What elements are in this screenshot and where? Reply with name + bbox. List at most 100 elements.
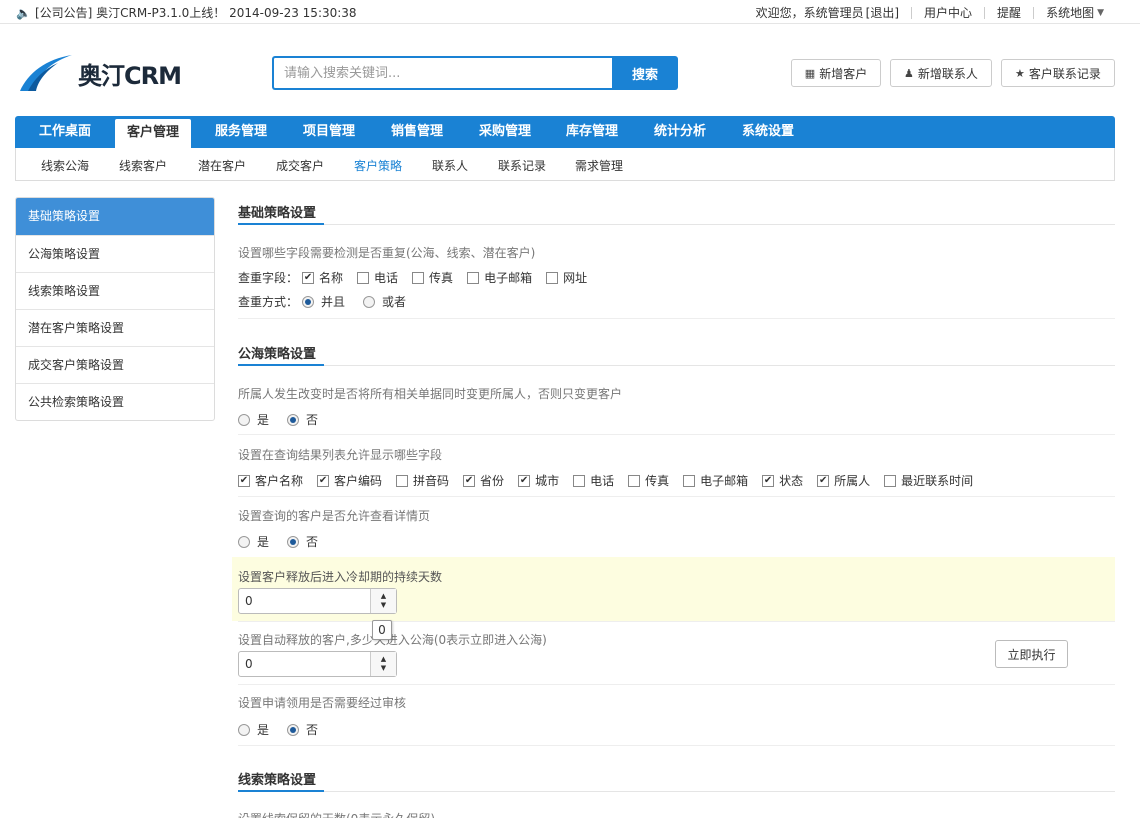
dup-field-email[interactable]: 电子邮箱 <box>467 269 532 286</box>
subnav-item-potential[interactable]: 潜在客户 <box>198 157 246 174</box>
checkbox[interactable] <box>357 271 370 284</box>
approval-no[interactable]: 否 <box>287 721 318 738</box>
logo[interactable]: 奥汀CRM <box>18 52 188 94</box>
arrow-down-icon[interactable]: ▼ <box>381 601 386 610</box>
sidebar-item-lead[interactable]: 线索策略设置 <box>16 272 214 309</box>
nav-item-customer[interactable]: 客户管理 <box>115 119 191 148</box>
dup-mode-or[interactable]: 或者 <box>363 293 406 310</box>
checkbox[interactable]: ✔ <box>817 474 830 487</box>
checkbox[interactable] <box>546 271 559 284</box>
contact-record-button[interactable]: ★ 客户联系记录 <box>1001 59 1115 87</box>
radio[interactable] <box>363 295 376 308</box>
search-input[interactable] <box>274 58 612 88</box>
nav-item-service[interactable]: 服务管理 <box>201 116 281 148</box>
nav-item-settings[interactable]: 系统设置 <box>728 116 808 148</box>
checkbox[interactable]: ✔ <box>302 271 315 284</box>
subnav-item-lead-customer[interactable]: 线索客户 <box>119 157 167 174</box>
dup-field-name[interactable]: ✔ 名称 <box>302 269 343 286</box>
nav-item-project[interactable]: 项目管理 <box>289 116 369 148</box>
list-field-option[interactable]: ✔ 省份 <box>463 472 504 489</box>
add-customer-button[interactable]: ▦ 新增客户 <box>791 59 881 87</box>
dup-field-fax[interactable]: 传真 <box>412 269 453 286</box>
arrow-down-icon[interactable]: ▼ <box>381 664 386 673</box>
subnav-item-requirements[interactable]: 需求管理 <box>575 157 623 174</box>
auto-release-stepper[interactable]: 0 ▲ ▼ <box>238 651 397 677</box>
nav-item-inventory[interactable]: 库存管理 <box>552 116 632 148</box>
list-field-option[interactable]: ✔ 客户名称 <box>238 472 303 489</box>
sidebar-item-search[interactable]: 公共检索策略设置 <box>16 383 214 420</box>
checkbox[interactable] <box>628 474 641 487</box>
radio[interactable] <box>287 535 300 548</box>
arrow-up-icon[interactable]: ▲ <box>381 592 386 601</box>
execute-now-button[interactable]: 立即执行 <box>995 640 1068 668</box>
announcement-text[interactable]: [公司公告] 奥汀CRM-P3.1.0上线！ 2014-09-23 15:30:… <box>35 4 357 21</box>
section-title-basic: 基础策略设置 <box>238 206 317 221</box>
nav-item-purchase[interactable]: 采购管理 <box>465 116 545 148</box>
sidebar-item-potential[interactable]: 潜在客户策略设置 <box>16 309 214 346</box>
checkbox[interactable] <box>412 271 425 284</box>
checkbox[interactable]: ✔ <box>238 474 250 487</box>
checkbox[interactable] <box>467 271 480 284</box>
checkbox[interactable] <box>683 474 696 487</box>
list-field-option[interactable]: 拼音码 <box>396 472 449 489</box>
remind-link[interactable]: 提醒 <box>997 4 1021 21</box>
checkbox[interactable] <box>573 474 586 487</box>
list-field-option[interactable]: 传真 <box>628 472 669 489</box>
list-field-option[interactable]: ✔ 状态 <box>762 472 803 489</box>
sidebar-item-closed[interactable]: 成交客户策略设置 <box>16 346 214 383</box>
stepper-arrows[interactable]: ▲ ▼ <box>370 652 396 676</box>
detail-no[interactable]: 否 <box>287 533 318 550</box>
radio[interactable] <box>238 723 250 736</box>
radio[interactable] <box>238 535 250 548</box>
checkbox[interactable] <box>396 474 409 487</box>
radio[interactable] <box>287 723 300 736</box>
dup-field-phone[interactable]: 电话 <box>357 269 398 286</box>
caret-down-icon[interactable]: ▼ <box>1097 8 1104 18</box>
option-label: 客户编码 <box>334 474 383 488</box>
subnav-item-closed[interactable]: 成交客户 <box>276 157 324 174</box>
owner-change-no[interactable]: 否 <box>287 411 318 428</box>
list-field-option[interactable]: ✔ 客户编码 <box>317 472 382 489</box>
section-title-pool: 公海策略设置 <box>238 347 317 362</box>
cooldown-stepper[interactable]: 0 ▲ ▼ <box>238 588 397 614</box>
sitemap-link[interactable]: 系统地图 <box>1046 4 1094 21</box>
dup-field-website[interactable]: 网址 <box>546 269 587 286</box>
cooldown-value[interactable]: 0 <box>239 589 370 613</box>
subnav-item-lead-pool[interactable]: 线索公海 <box>41 157 89 174</box>
arrow-up-icon[interactable]: ▲ <box>381 655 386 664</box>
checkbox[interactable]: ✔ <box>762 474 775 487</box>
checkbox[interactable] <box>884 474 897 487</box>
checkbox[interactable]: ✔ <box>463 474 476 487</box>
sidebar-item-pool[interactable]: 公海策略设置 <box>16 235 214 272</box>
subnav-item-contact-records[interactable]: 联系记录 <box>498 157 546 174</box>
sidebar-item-basic[interactable]: 基础策略设置 <box>16 198 214 235</box>
option-label: 否 <box>306 413 319 427</box>
logout-link[interactable]: [退出] <box>866 4 899 21</box>
list-field-option[interactable]: 电子邮箱 <box>683 472 748 489</box>
list-field-option[interactable]: ✔ 城市 <box>518 472 559 489</box>
search-button[interactable]: 搜索 <box>612 56 678 90</box>
checkbox[interactable]: ✔ <box>317 474 330 487</box>
owner-change-yes[interactable]: 是 <box>238 411 269 428</box>
user-center-link[interactable]: 用户中心 <box>924 4 972 21</box>
list-field-option[interactable]: 电话 <box>573 472 614 489</box>
radio[interactable] <box>238 413 250 426</box>
subnav-item-contacts[interactable]: 联系人 <box>432 157 468 174</box>
auto-release-value[interactable]: 0 <box>239 652 370 676</box>
radio[interactable] <box>287 413 300 426</box>
announcement[interactable]: 🔈 [公司公告] 奥汀CRM-P3.1.0上线！ 2014-09-23 15:3… <box>16 4 357 21</box>
approval-yes[interactable]: 是 <box>238 721 269 738</box>
nav-item-sales[interactable]: 销售管理 <box>377 116 457 148</box>
radio[interactable] <box>302 295 315 308</box>
checkbox[interactable]: ✔ <box>518 474 531 487</box>
list-field-option[interactable]: 最近联系时间 <box>884 472 973 489</box>
list-field-option[interactable]: ✔ 所属人 <box>817 472 870 489</box>
subnav-item-strategy[interactable]: 客户策略 <box>354 157 402 174</box>
detail-yes[interactable]: 是 <box>238 533 269 550</box>
stepper-arrows[interactable]: ▲ ▼ <box>370 589 396 613</box>
add-contact-button[interactable]: ♟ 新增联系人 <box>890 59 992 87</box>
nav-item-analytics[interactable]: 统计分析 <box>640 116 720 148</box>
nav-item-workdesk[interactable]: 工作桌面 <box>25 116 105 148</box>
search-field[interactable] <box>272 56 612 90</box>
dup-mode-and[interactable]: 并且 <box>302 293 345 310</box>
